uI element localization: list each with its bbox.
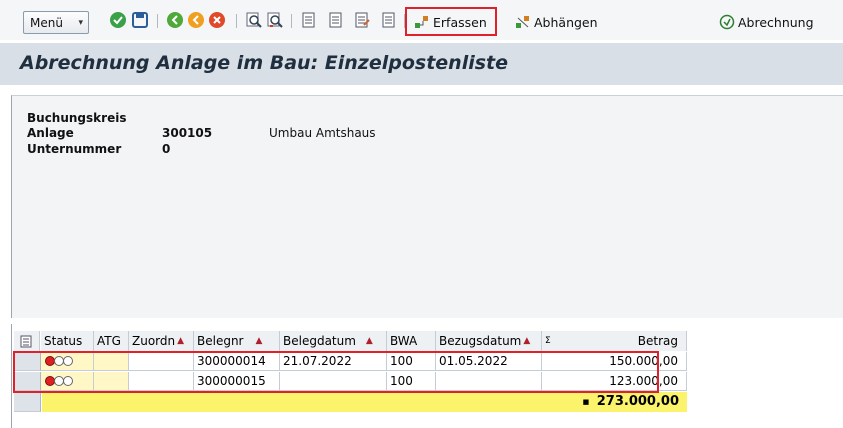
column-header-label: Bezugsdatum (439, 334, 522, 348)
erfassen-highlight-box (405, 7, 497, 36)
column-header-label: Belegdatum (283, 334, 356, 348)
anlage-description: Umbau Amtshaus (269, 126, 376, 140)
check-icon[interactable] (109, 11, 127, 29)
abrechnung-label: Abrechnung (738, 14, 814, 30)
find-next-icon[interactable] (266, 11, 284, 29)
total-row: ■ 273.000,00 (42, 392, 687, 412)
column-header-betrag[interactable]: Σ Betrag (542, 331, 687, 351)
buchungskreis-label: Buchungskreis (27, 111, 127, 125)
unternummer-value: 0 (162, 142, 171, 156)
sort-ascending-icon: ▲ (523, 336, 531, 346)
column-header-label: Betrag (637, 334, 678, 348)
sort-ascending-icon: ▲ (365, 336, 373, 346)
header-panel: Buchungskreis Anlage 300105 Umbau Amtsha… (11, 95, 843, 318)
application-toolbar: Menü ▾ Erfassen Abhängen Abrechnung (0, 0, 843, 40)
column-header-label: Zuordn (132, 334, 176, 348)
chevron-down-icon: ▾ (78, 18, 83, 28)
toolbar-separator (291, 14, 292, 28)
abhaengen-button[interactable]: Abhängen (515, 12, 598, 32)
column-header-bezugsdatum[interactable]: Bezugsdatum ▲ (436, 331, 542, 351)
column-header-bwa[interactable]: BWA (387, 331, 436, 351)
abhaengen-label: Abhängen (534, 14, 598, 30)
toolbar-separator (157, 14, 158, 28)
abrechnung-button[interactable]: Abrechnung (719, 12, 814, 32)
row-selector[interactable] (14, 392, 41, 412)
last-page-icon[interactable] (380, 11, 398, 29)
total-amount: 273.000,00 (596, 394, 679, 409)
toolbar-separator (236, 14, 237, 28)
back-icon[interactable] (166, 11, 184, 29)
item-list-grid: Status ATG Zuordn ▲ Belegnr ▲ Belegdatum ▲ … (11, 324, 843, 428)
unternummer-label: Unternummer (27, 142, 122, 156)
total-amount-wrapper: ■ 273.000,00 (583, 394, 679, 409)
find-icon[interactable] (245, 11, 263, 29)
save-icon[interactable] (131, 11, 149, 29)
sort-ascending-icon: ▲ (177, 336, 185, 346)
prev-page-icon[interactable] (327, 11, 345, 29)
menu-button-label: Menü (30, 15, 63, 30)
page-title-bar: Abrechnung Anlage im Bau: Einzelpostenli… (0, 43, 843, 85)
column-header-belegdatum[interactable]: Belegdatum ▲ (280, 331, 387, 351)
first-page-icon[interactable] (300, 11, 318, 29)
detach-icon (515, 14, 531, 30)
sum-icon: Σ (545, 336, 551, 346)
next-page-icon[interactable] (353, 11, 371, 29)
column-header-label: Belegnr (197, 334, 244, 348)
column-header-belegnr[interactable]: Belegnr ▲ (194, 331, 280, 351)
cancel-icon[interactable] (208, 11, 226, 29)
column-header-label: BWA (390, 334, 418, 348)
rows-highlight-box (13, 351, 659, 393)
exit-icon[interactable] (187, 11, 205, 29)
settlement-icon (719, 14, 735, 30)
layout-icon[interactable] (14, 331, 40, 351)
menu-button[interactable]: Menü ▾ (23, 11, 89, 34)
column-header-label: ATG (97, 334, 121, 348)
column-header-status[interactable]: Status (41, 331, 94, 351)
column-header-atg[interactable]: ATG (94, 331, 129, 351)
page-title: Abrechnung Anlage im Bau: Einzelpostenli… (20, 52, 509, 74)
column-header-label: Status (44, 334, 83, 348)
anlage-label: Anlage (27, 126, 74, 140)
sort-ascending-icon: ▲ (255, 336, 263, 346)
sum-marker-icon: ■ (582, 397, 590, 406)
anlage-value: 300105 (162, 126, 213, 140)
column-header-zuordn[interactable]: Zuordn ▲ (129, 331, 194, 351)
